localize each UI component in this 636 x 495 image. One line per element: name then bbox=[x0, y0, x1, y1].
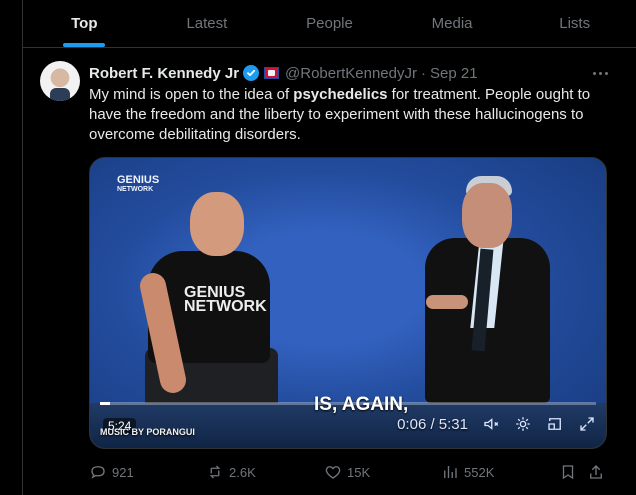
mute-icon[interactable] bbox=[482, 415, 500, 433]
post-text: My mind is open to the idea of psychedel… bbox=[89, 85, 609, 145]
tab-media[interactable]: Media bbox=[391, 0, 514, 47]
tab-media-label: Media bbox=[431, 15, 473, 32]
view-count: 552K bbox=[464, 464, 495, 480]
like-icon bbox=[325, 466, 341, 479]
video-progress-fill bbox=[100, 402, 110, 405]
repost-button[interactable]: 2.6K bbox=[206, 463, 256, 481]
video-time: 0:06 / 5:31 bbox=[397, 415, 468, 433]
post-date[interactable]: Sep 21 bbox=[430, 65, 478, 82]
reply-button[interactable]: 921 bbox=[89, 463, 134, 481]
share-button[interactable] bbox=[587, 463, 605, 481]
tab-latest-label: Latest bbox=[186, 15, 228, 32]
settings-icon[interactable] bbox=[514, 415, 532, 433]
left-person-head bbox=[190, 192, 244, 256]
tab-top[interactable]: Top bbox=[23, 0, 146, 47]
share-icon bbox=[590, 465, 602, 479]
reply-count: 921 bbox=[112, 464, 134, 480]
verified-badge-icon[interactable] bbox=[243, 65, 260, 81]
video-brand-bottom: NETWORK bbox=[117, 186, 154, 193]
affiliation-flag-icon bbox=[264, 67, 280, 79]
post-text-start: My mind is open to the idea of bbox=[89, 86, 294, 103]
tab-lists-label: Lists bbox=[559, 15, 591, 32]
post[interactable]: Robert F. Kennedy Jr @RobertKennedyJr · … bbox=[22, 48, 636, 495]
bookmark-icon bbox=[562, 465, 574, 480]
more-horizontal-icon[interactable] bbox=[588, 63, 612, 83]
reply-icon bbox=[91, 466, 105, 479]
video-controls: 0:06 / 5:31 bbox=[397, 415, 596, 433]
picture-in-picture-icon[interactable] bbox=[546, 415, 564, 433]
repost-count: 2.6K bbox=[229, 464, 256, 480]
timeline-tabs: Top Latest People Media Lists bbox=[22, 0, 636, 48]
video-player[interactable]: GENIUS NETWORK GENIUS NETWORK IS, AGAIN, 5… bbox=[89, 157, 607, 449]
tab-lists[interactable]: Lists bbox=[513, 0, 636, 47]
video-progress-bar[interactable] bbox=[100, 402, 596, 405]
fullscreen-icon[interactable] bbox=[578, 415, 596, 433]
video-caption: IS, AGAIN, bbox=[314, 394, 409, 415]
tab-people[interactable]: People bbox=[268, 0, 391, 47]
views-icon bbox=[444, 466, 457, 478]
hashtag-or-keyword[interactable]: psychedelics bbox=[293, 86, 387, 103]
active-tab-underline bbox=[63, 43, 106, 47]
shirt-line-2: NETWORK bbox=[184, 298, 267, 315]
video-brand-logo: GENIUS NETWORK bbox=[117, 175, 159, 195]
right-person-head bbox=[462, 183, 512, 248]
post-actions: 921 2.6K 15K 552K bbox=[89, 462, 619, 482]
tab-top-label: Top bbox=[71, 15, 98, 32]
like-button[interactable]: 15K bbox=[324, 463, 370, 481]
tab-people-label: People bbox=[306, 15, 353, 32]
author-name[interactable]: Robert F. Kennedy Jr bbox=[89, 65, 239, 82]
like-count: 15K bbox=[347, 464, 371, 480]
bookmark-button[interactable] bbox=[559, 463, 577, 481]
author-handle[interactable]: @RobertKennedyJr bbox=[285, 65, 417, 82]
views-button[interactable]: 552K bbox=[441, 463, 494, 481]
post-header: Robert F. Kennedy Jr @RobertKennedyJr · … bbox=[89, 63, 478, 83]
date-separator: · bbox=[421, 64, 426, 82]
right-person-hand bbox=[426, 295, 468, 309]
tab-latest[interactable]: Latest bbox=[146, 0, 269, 47]
shirt-logo: GENIUS NETWORK bbox=[184, 285, 267, 315]
avatar[interactable] bbox=[40, 61, 80, 101]
music-credit: MUSIC BY PORANGUI bbox=[100, 427, 195, 437]
repost-icon bbox=[209, 465, 221, 479]
